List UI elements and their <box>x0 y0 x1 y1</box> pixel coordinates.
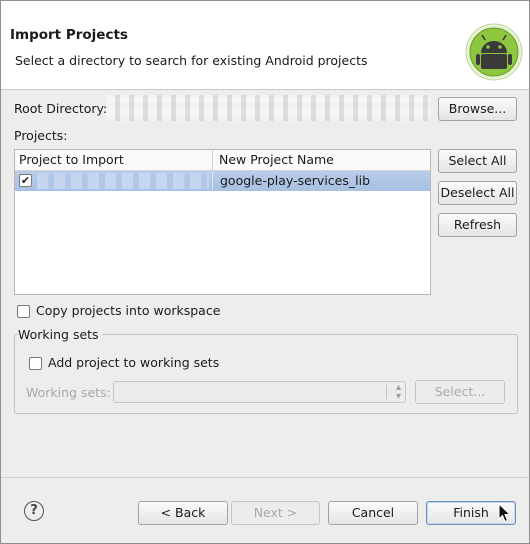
dialog-subtitle: Select a directory to search for existin… <box>15 53 368 68</box>
project-checkbox[interactable]: ✔ <box>19 174 32 187</box>
copy-into-workspace-label[interactable]: Copy projects into workspace <box>36 303 220 318</box>
root-directory-input[interactable] <box>106 95 431 121</box>
back-button[interactable]: < Back <box>138 501 228 525</box>
column-header-new-name[interactable]: New Project Name <box>219 152 334 167</box>
combo-divider <box>386 385 387 399</box>
new-project-name-cell[interactable]: google-play-services_lib <box>220 173 370 188</box>
column-header-project[interactable]: Project to Import <box>19 152 124 167</box>
refresh-button[interactable]: Refresh <box>438 213 517 237</box>
working-sets-select-button[interactable]: Select... <box>415 380 505 404</box>
android-logo-icon <box>465 23 523 81</box>
add-to-working-sets-label[interactable]: Add project to working sets <box>48 355 219 370</box>
project-path-cell <box>37 173 209 189</box>
deselect-all-button[interactable]: Deselect All <box>438 181 517 205</box>
next-button[interactable]: Next > <box>231 501 320 525</box>
projects-table-header: Project to Import New Project Name <box>15 150 430 171</box>
mouse-pointer-icon <box>498 503 512 523</box>
working-sets-combo[interactable]: ▴ ▾ <box>113 381 406 403</box>
projects-label: Projects: <box>14 128 68 143</box>
column-divider[interactable] <box>212 150 213 170</box>
dialog-title: Import Projects <box>10 27 128 43</box>
import-projects-dialog: Import Projects Select a directory to se… <box>0 0 530 544</box>
help-icon[interactable]: ? <box>24 501 44 521</box>
working-sets-field-label: Working sets: <box>26 385 111 400</box>
select-all-button[interactable]: Select All <box>438 149 517 173</box>
root-directory-label: Root Directory: <box>14 101 108 116</box>
add-to-working-sets-checkbox[interactable] <box>29 357 42 370</box>
projects-table[interactable]: Project to Import New Project Name ✔ goo… <box>14 149 431 295</box>
cancel-button[interactable]: Cancel <box>328 501 418 525</box>
copy-into-workspace-checkbox[interactable] <box>17 305 30 318</box>
table-row[interactable]: ✔ google-play-services_lib <box>15 171 430 191</box>
chevron-updown-icon: ▴ ▾ <box>395 382 401 402</box>
dialog-header: Import Projects Select a directory to se… <box>1 1 529 90</box>
working-sets-group-label: Working sets <box>18 327 102 342</box>
footer-divider <box>1 477 529 478</box>
browse-button[interactable]: Browse... <box>438 97 517 121</box>
row-divider <box>212 171 213 191</box>
